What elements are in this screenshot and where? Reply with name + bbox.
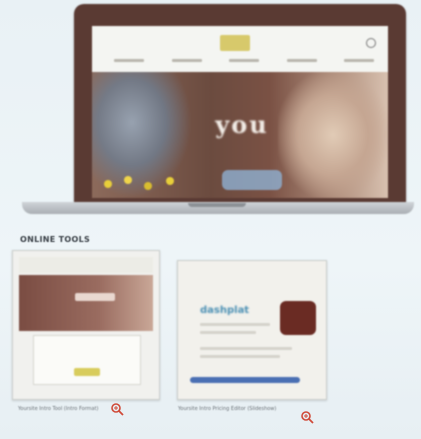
thumb-hero — [19, 275, 153, 331]
nav-item[interactable] — [344, 59, 374, 62]
thumbnail-caption: Yoursite Intro Tool (Intro Format) — [18, 406, 99, 412]
hero-accent — [222, 170, 282, 190]
laptop-screen: you — [92, 26, 388, 198]
thumb-image — [280, 301, 316, 335]
section-heading: ONLINE TOOLS — [20, 235, 91, 244]
nav-item[interactable] — [286, 59, 317, 62]
hero-text: you — [215, 110, 269, 139]
nav-item[interactable] — [171, 59, 202, 62]
nav-item[interactable] — [114, 59, 144, 62]
search-icon[interactable] — [366, 38, 376, 48]
zoom-in-icon[interactable] — [300, 410, 314, 424]
thumb-hero-title — [75, 293, 115, 301]
thumb-header — [19, 257, 153, 273]
thumb-card — [33, 335, 141, 385]
progress-bar — [190, 377, 300, 383]
text-line — [200, 347, 292, 350]
flower-decoration — [100, 174, 190, 190]
site-nav — [114, 59, 374, 67]
site-hero: you — [92, 72, 388, 198]
thumb-title: dashplat — [200, 305, 250, 316]
zoom-in-icon[interactable] — [110, 402, 124, 416]
thumb-button — [74, 368, 100, 376]
thumbnail-caption: Yoursite Intro Pricing Editor (Slideshow… — [178, 406, 277, 412]
thumbnail-preview[interactable] — [12, 250, 160, 400]
site-logo — [220, 35, 250, 51]
nav-item[interactable] — [229, 59, 259, 62]
laptop-notch — [188, 203, 246, 207]
text-line — [200, 355, 280, 358]
thumbnail-preview[interactable]: dashplat — [177, 260, 327, 400]
hero-image-right — [278, 72, 388, 198]
text-line — [200, 331, 256, 334]
laptop-lid: you — [74, 4, 406, 204]
site-header — [92, 26, 388, 72]
laptop-preview: you — [22, 0, 414, 240]
text-line — [200, 323, 270, 326]
